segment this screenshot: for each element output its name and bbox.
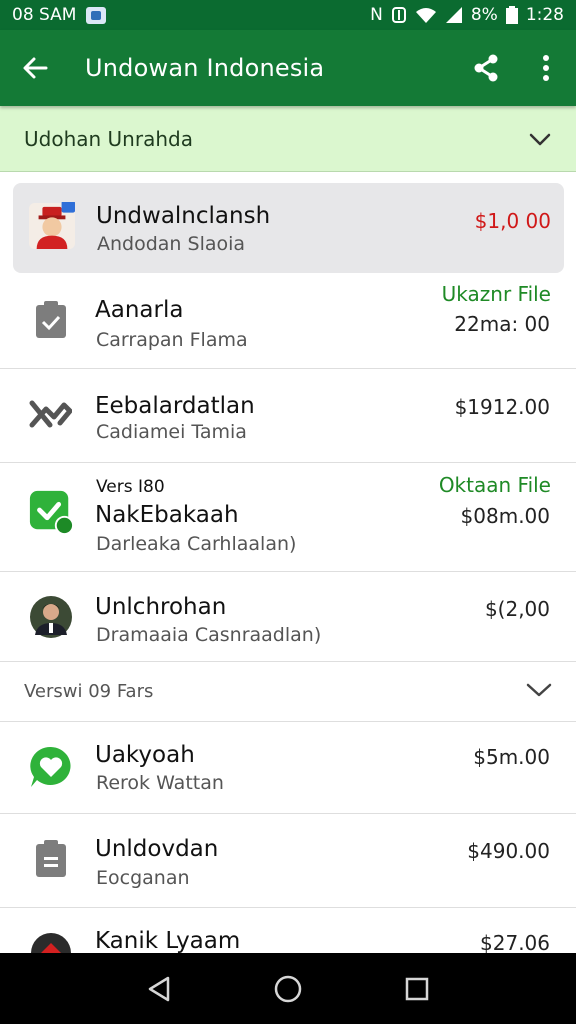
nav-home-button[interactable] (258, 959, 318, 1019)
item-amount: $08m.00 (460, 504, 550, 528)
item-amount: $(2,00 (484, 597, 550, 621)
red-logo-icon (28, 930, 74, 953)
item-subtitle: Andodan Slaoia (97, 233, 246, 255)
nav-recents-button[interactable] (387, 959, 447, 1019)
item-status: Ukaznr File (441, 282, 551, 306)
item-subtitle: Eocganan (96, 867, 190, 889)
list-item[interactable]: Eebalardatlan Cadiamei Tamia $1912.00 (0, 369, 576, 463)
recents-square-icon (405, 977, 428, 1000)
chevron-down-icon (526, 125, 554, 153)
filter-dropdown[interactable]: Udohan Unrahda (0, 106, 576, 172)
back-triangle-icon (149, 976, 170, 1001)
item-status: Oktaan File (438, 473, 551, 497)
status-bar: 08 SAM N 8% 1:28 (0, 0, 576, 30)
item-title: Aanarla (95, 297, 184, 323)
section-header[interactable]: Verswi 09 Fars (0, 662, 576, 722)
app-actions (456, 30, 576, 106)
item-amount: 22ma: 00 (454, 312, 550, 336)
item-title: Uakyoah (95, 742, 195, 768)
app-bar: Undowan Indonesia (0, 30, 576, 106)
item-subtitle: Rerok Wattan (96, 772, 224, 794)
list-item[interactable]: Vers I80 NakEbakaah Darleaka Carhlaalan)… (0, 463, 576, 572)
status-right: N 8% 1:28 (370, 5, 564, 25)
list-item[interactable]: Unlchrohan Dramaaia Casnraadlan) $(2,00 (0, 572, 576, 662)
signal-icon (445, 7, 462, 23)
person-avatar-icon (28, 594, 74, 640)
item-amount: $5m.00 (473, 745, 550, 769)
link-broken-icon (27, 391, 73, 437)
app-notification-icon (86, 6, 107, 24)
status-time-left: 08 SAM (12, 5, 77, 25)
item-amount: $1,0 00 (474, 209, 551, 233)
item-amount: $1912.00 (454, 395, 550, 419)
item-title: Unlchrohan (95, 594, 227, 620)
chevron-down-icon (526, 682, 552, 702)
nav-back-button[interactable] (129, 959, 189, 1019)
status-clock: 1:28 (525, 5, 564, 25)
section-label: Verswi 09 Fars (24, 681, 154, 702)
page-title: Undowan Indonesia (85, 54, 325, 82)
transaction-list: Undwalnclansh Andodan Slaoia $1,0 00 Aan… (0, 172, 576, 953)
nfc-icon (391, 7, 406, 23)
network-letter: N (370, 5, 383, 25)
item-pretitle: Vers I80 (96, 477, 165, 497)
item-subtitle: Cadiamei Tamia (96, 421, 247, 443)
list-item[interactable]: Uakyoah Rerok Wattan $5m.00 (0, 722, 576, 814)
item-title: Unldovdan (95, 836, 219, 862)
home-circle-icon (274, 975, 302, 1002)
clipboard-list-icon (28, 836, 74, 882)
back-arrow-icon (23, 57, 48, 79)
list-item[interactable]: Aanarla Carrapan Flama Ukaznr File 22ma:… (0, 273, 576, 369)
list-item[interactable]: Kanik Lyaam $27.06 (0, 908, 576, 953)
more-options-button[interactable] (516, 30, 576, 106)
item-title: Eebalardatlan (95, 393, 255, 419)
item-subtitle: Darleaka Carhlaalan) (96, 533, 297, 555)
verified-badge-icon (28, 489, 74, 535)
system-nav-bar (0, 953, 576, 1024)
battery-icon (505, 6, 518, 24)
status-left: 08 SAM (12, 5, 107, 25)
avatar-icon (29, 202, 75, 249)
clipboard-check-icon (28, 297, 74, 343)
chat-heart-icon (28, 744, 74, 790)
wifi-icon (415, 8, 436, 23)
item-title: NakEbakaah (95, 502, 239, 528)
back-button[interactable] (0, 30, 70, 106)
list-item[interactable]: Unldovdan Eocganan $490.00 (0, 814, 576, 908)
more-vert-icon (543, 55, 549, 81)
share-button[interactable] (456, 30, 516, 106)
item-amount: $27.06 (480, 931, 550, 953)
battery-percent: 8% (470, 5, 498, 25)
list-item[interactable]: Undwalnclansh Andodan Slaoia $1,0 00 (13, 183, 564, 273)
item-title: Kanik Lyaam (95, 928, 241, 953)
filter-label: Udohan Unrahda (24, 126, 193, 151)
share-icon (474, 54, 498, 82)
item-title: Undwalnclansh (96, 203, 271, 229)
item-subtitle: Carrapan Flama (96, 329, 248, 351)
item-subtitle: Dramaaia Casnraadlan) (96, 624, 322, 646)
item-amount: $490.00 (467, 839, 550, 863)
